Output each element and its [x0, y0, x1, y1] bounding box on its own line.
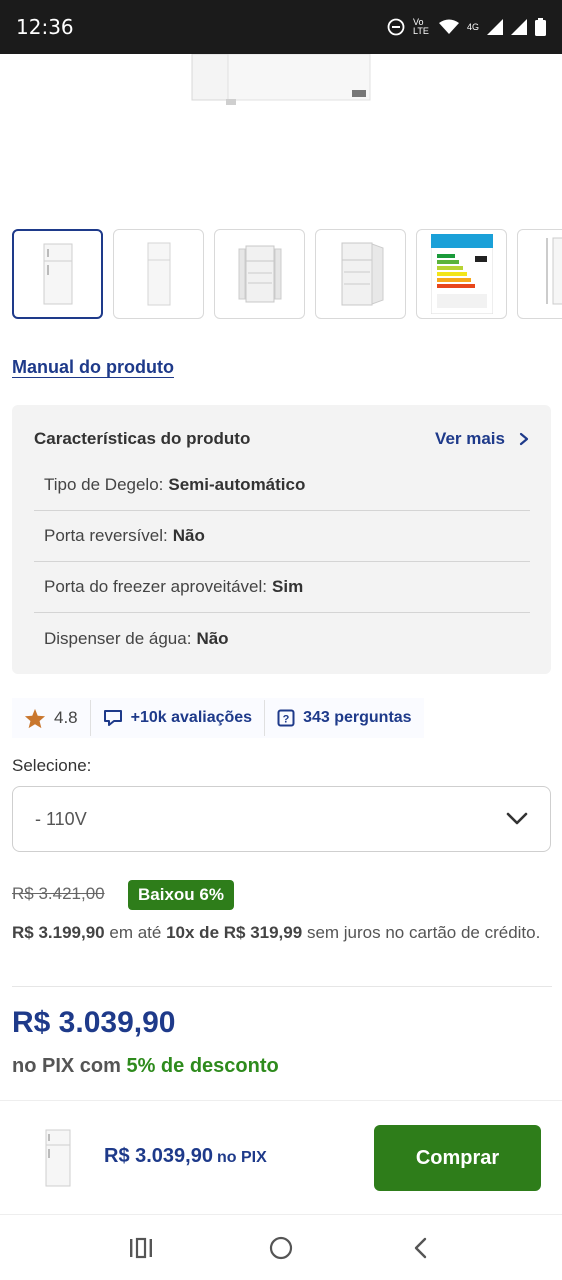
thumbnail-3[interactable] [214, 229, 305, 319]
see-more-label: Ver mais [435, 429, 505, 448]
questions-link[interactable]: ? 343 perguntas [265, 698, 423, 738]
specs-title: Características do produto [34, 429, 251, 448]
product-specs-card: Características do produto Ver mais Tipo… [12, 405, 551, 674]
thumbnail-2[interactable] [113, 229, 204, 319]
fridge-thumb-icon [147, 242, 170, 306]
status-icons: Vo LTE 4G [387, 18, 546, 36]
discount-badge: Baixou 6% [128, 880, 234, 910]
pix-price: R$ 3.039,90 [12, 1006, 176, 1039]
spec-row-water-dispenser: Dispenser de água: Não [34, 613, 530, 664]
signal-icon [487, 19, 503, 35]
star-icon [24, 708, 46, 728]
spec-value: Não [196, 628, 229, 648]
rating-bar: 4.8 +10k avaliações ? 343 perguntas [12, 698, 424, 738]
back-button[interactable] [401, 1228, 441, 1268]
buy-bar-price: R$ 3.039,90 no PIX [104, 1145, 267, 1168]
rating-score[interactable]: 4.8 [12, 698, 90, 738]
spec-row-freezer-door: Porta do freezer aproveitável: Sim [34, 562, 530, 613]
voltage-select[interactable]: - 110V [12, 786, 551, 852]
fridge-thumb-icon [45, 1129, 71, 1187]
spec-value: Não [172, 526, 205, 545]
back-icon [414, 1237, 427, 1258]
installment-count: 10x de R$ 319,99 [166, 923, 303, 942]
product-hero-image[interactable] [0, 53, 562, 214]
chevron-right-icon [519, 432, 529, 446]
signal-icon-2 [511, 19, 527, 35]
rating-value: 4.8 [54, 708, 78, 727]
buy-bar-price-value: R$ 3.039,90 [104, 1145, 213, 1167]
spec-label: Porta do freezer aproveitável: [44, 577, 268, 596]
thumbnail-6[interactable] [517, 229, 562, 319]
volte-label: Vo LTE [412, 17, 429, 36]
old-price: R$ 3.421,00 [12, 884, 105, 903]
battery-icon [535, 18, 546, 36]
questions-label: 343 perguntas [303, 709, 412, 726]
svg-text:?: ? [283, 714, 290, 726]
reviews-label: +10k avaliações [130, 709, 253, 726]
spec-row-reversible-door: Porta reversível: Não [34, 511, 530, 562]
installment-price: R$ 3.199,90 [12, 923, 105, 942]
home-icon [269, 1236, 293, 1259]
buy-button[interactable]: Comprar [374, 1125, 541, 1191]
wifi-icon [438, 19, 459, 34]
manual-link[interactable]: Manual do produto [12, 357, 174, 378]
recents-icon [130, 1237, 152, 1258]
spec-value: Semi-automático [168, 475, 306, 494]
spec-row-defrost: Tipo de Degelo: Semi-automático [34, 460, 530, 511]
reviews-link[interactable]: +10k avaliações [91, 698, 264, 738]
divider [12, 986, 552, 987]
fridge-open-thumb-icon [341, 242, 383, 306]
spec-label: Tipo de Degelo: [44, 475, 164, 494]
thumbnail-5[interactable] [416, 229, 507, 319]
spec-label: Dispenser de água: [44, 628, 192, 648]
specs-header: Características do produto Ver mais [34, 429, 529, 449]
dimensions-thumb-icon [546, 237, 562, 305]
fridge-open-thumb-icon [238, 245, 281, 303]
pix-note: no PIX com 5% de desconto [12, 1055, 279, 1078]
fridge-image [191, 53, 371, 105]
fridge-thumb-icon [43, 243, 72, 305]
pix-prefix: no PIX com [12, 1055, 121, 1077]
see-more-button[interactable]: Ver mais [435, 429, 529, 449]
system-nav-bar [0, 1214, 562, 1280]
select-label: Selecione: [12, 756, 92, 775]
voltage-select-value: - 110V [35, 808, 87, 829]
buy-bar-price-suffix: no PIX [216, 1149, 267, 1166]
energy-label-thumb-icon [430, 234, 493, 314]
recents-button[interactable] [121, 1228, 161, 1268]
home-button[interactable] [261, 1228, 301, 1268]
status-bar: 12:36 Vo LTE 4G [0, 0, 562, 54]
installment-tail: sem juros no cartão de crédito. [306, 923, 541, 942]
status-time: 12:36 [16, 15, 74, 39]
thumbnail-4[interactable] [315, 229, 406, 319]
spec-value: Sim [272, 577, 304, 596]
network-type: 4G [466, 21, 479, 32]
thumbnail-1[interactable] [12, 229, 103, 319]
spec-label: Porta reversível: [44, 526, 168, 545]
do-not-disturb-icon [387, 18, 405, 36]
buy-bar: R$ 3.039,90 no PIX Comprar [0, 1100, 562, 1214]
pix-discount: 5% de desconto [126, 1055, 279, 1077]
buy-bar-product-thumb [38, 1127, 78, 1189]
installment-info: R$ 3.199,90 em até 10x de R$ 319,99 sem … [12, 918, 552, 947]
thumbnail-strip [12, 229, 562, 321]
installment-mid: em até [109, 923, 162, 942]
question-icon: ? [277, 709, 295, 727]
chevron-down-icon [506, 812, 528, 825]
chat-icon [103, 710, 122, 726]
